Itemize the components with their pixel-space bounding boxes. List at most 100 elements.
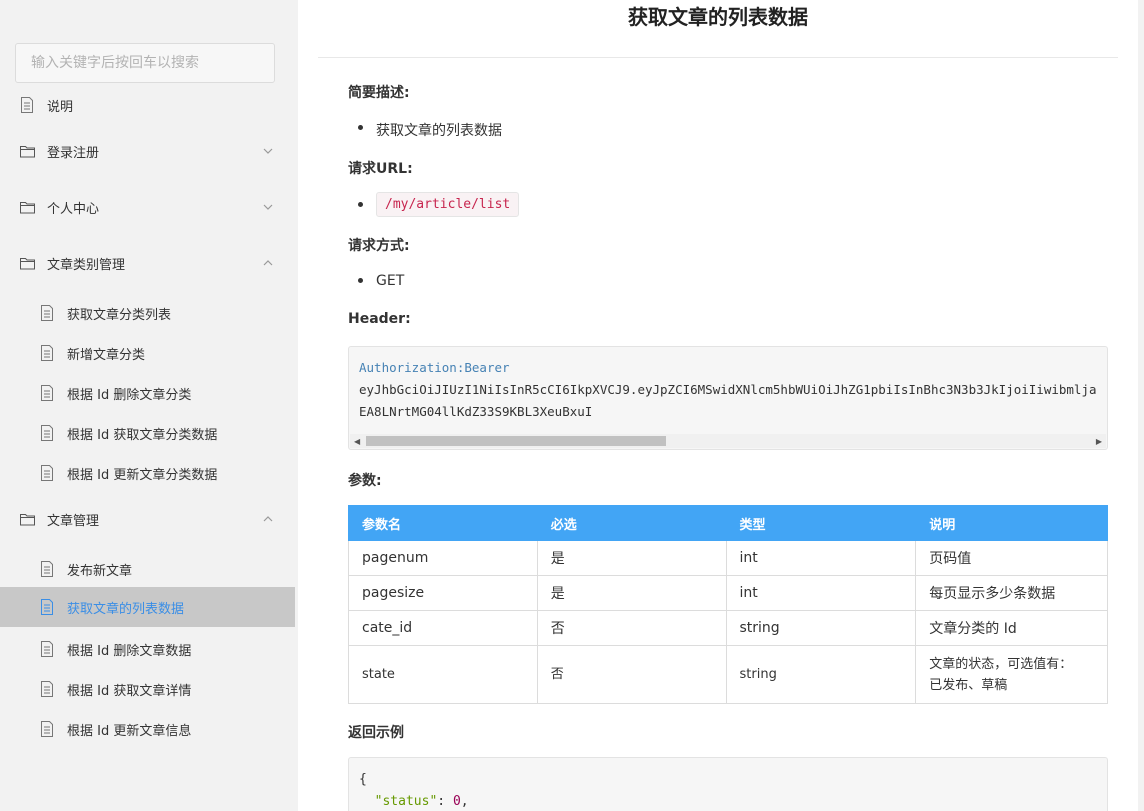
table-cell: pagenum xyxy=(348,540,538,576)
sidebar-item-label: 发布新文章 xyxy=(67,563,133,579)
sidebar-item-label: 获取文章分类列表 xyxy=(67,307,172,323)
scroll-right-icon[interactable]: ▶ xyxy=(1096,437,1102,446)
document-icon xyxy=(41,561,53,577)
cell-line: 已发布、草稿 xyxy=(929,677,1008,693)
sidebar-item-login-register[interactable]: 登录注册 xyxy=(0,131,295,171)
folder-icon xyxy=(20,257,35,269)
sidebar-item-article-management[interactable]: 文章管理 xyxy=(0,499,295,539)
sidebar-item-label: 新增文章分类 xyxy=(67,347,146,363)
table-cell: string xyxy=(725,610,917,646)
header-heading: Header: xyxy=(348,311,411,327)
sidebar-item-add-category[interactable]: 新增文章分类 xyxy=(0,333,295,373)
code-line: "status": 0, xyxy=(359,794,469,809)
sidebar-item-label: 获取文章的列表数据 xyxy=(67,601,185,617)
sidebar-item-label: 文章管理 xyxy=(47,513,100,529)
sidebar-item-label: 根据 Id 获取文章详情 xyxy=(67,683,192,699)
sidebar-item-article-list[interactable]: 获取文章的列表数据 xyxy=(0,587,295,627)
document-icon xyxy=(21,97,33,113)
sidebar-item-get-category-list[interactable]: 获取文章分类列表 xyxy=(0,293,295,333)
bullet xyxy=(358,202,363,207)
table-cell: 是 xyxy=(536,540,727,576)
sidebar-item-get-article[interactable]: 根据 Id 获取文章详情 xyxy=(0,669,295,709)
table-cell: string xyxy=(725,645,917,704)
header-code-block[interactable]: Authorization:Bearer eyJhbGciOiJIUzI1NiI… xyxy=(348,346,1108,450)
sidebar-item-get-category[interactable]: 根据 Id 获取文章分类数据 xyxy=(0,413,295,453)
document-icon xyxy=(41,641,53,657)
table-row: pagesize 是 int 每页显示多少条数据 xyxy=(348,575,1108,611)
sidebar-item-label: 根据 Id 更新文章分类数据 xyxy=(67,467,218,483)
table-cell: int xyxy=(725,575,917,611)
sidebar-item-update-category[interactable]: 根据 Id 更新文章分类数据 xyxy=(0,453,295,493)
table-cell: state xyxy=(348,645,538,704)
folder-icon xyxy=(20,145,35,157)
page-edge xyxy=(1138,0,1144,811)
sidebar-item-update-article[interactable]: 根据 Id 更新文章信息 xyxy=(0,709,295,749)
title-divider xyxy=(318,57,1118,58)
column-header: 必选 xyxy=(536,505,727,541)
table-cell: int xyxy=(725,540,917,576)
return-code-block[interactable]: { "status": 0, xyxy=(348,757,1108,811)
document-icon xyxy=(41,465,53,481)
table-cell: 是 xyxy=(536,575,727,611)
column-header: 类型 xyxy=(725,505,917,541)
code-colon: : xyxy=(437,794,453,809)
params-table: 参数名 必选 类型 说明 pagenum 是 int 页码值 pagesize … xyxy=(348,505,1108,704)
table-row: state 否 string 文章的状态，可选值有： 已发布、草稿 xyxy=(348,645,1108,704)
page-title: 获取文章的列表数据 xyxy=(628,5,808,29)
folder-icon xyxy=(20,201,35,213)
column-header: 说明 xyxy=(915,505,1108,541)
scroll-thumb[interactable] xyxy=(366,436,666,446)
method-heading: 请求方式: xyxy=(348,238,410,254)
chevron-down-icon xyxy=(263,204,273,210)
sidebar-item-label: 根据 Id 删除文章数据 xyxy=(67,643,192,659)
sidebar-item-intro[interactable]: 说明 xyxy=(0,85,295,125)
sidebar-item-label: 说明 xyxy=(47,99,74,115)
code-comma: , xyxy=(460,794,469,809)
url-heading: 请求URL: xyxy=(348,161,413,177)
folder-icon xyxy=(20,513,35,525)
sidebar-item-delete-category[interactable]: 根据 Id 删除文章分类 xyxy=(0,373,295,413)
document-icon xyxy=(41,721,53,737)
bullet xyxy=(358,125,363,130)
code-key: Authorization xyxy=(359,360,457,375)
table-cell: 否 xyxy=(536,610,727,646)
table-header-row: 参数名 必选 类型 说明 xyxy=(348,505,1108,541)
horizontal-scrollbar[interactable]: ◀ ▶ xyxy=(350,434,1106,448)
sidebar-item-label: 根据 Id 获取文章分类数据 xyxy=(67,427,218,443)
params-heading: 参数: xyxy=(348,473,382,489)
column-header: 参数名 xyxy=(348,505,538,541)
table-row: pagenum 是 int 页码值 xyxy=(348,540,1108,576)
scroll-left-icon[interactable]: ◀ xyxy=(354,437,360,446)
sidebar-item-label: 文章类别管理 xyxy=(47,257,126,273)
sidebar-item-label: 登录注册 xyxy=(47,145,100,161)
sidebar-item-publish-article[interactable]: 发布新文章 xyxy=(0,549,295,589)
table-cell: 否 xyxy=(536,645,727,704)
table-cell: 每页显示多少条数据 xyxy=(915,575,1108,611)
code-line: EA8LNrtMG04llKdZ33S9KBL3XeuBxuI xyxy=(359,404,593,419)
code-line: Authorization:Bearer xyxy=(359,360,510,375)
sidebar-item-user-center[interactable]: 个人中心 xyxy=(0,187,295,227)
code-line: { xyxy=(359,772,367,787)
method-value: GET xyxy=(376,273,405,289)
document-icon xyxy=(41,681,53,697)
search-input[interactable]: 输入关键字后按回车以搜索 xyxy=(15,43,275,83)
sidebar-item-label: 根据 Id 删除文章分类 xyxy=(67,387,192,403)
chevron-up-icon xyxy=(263,260,273,266)
table-cell: 文章的状态，可选值有： 已发布、草稿 xyxy=(915,645,1108,704)
document-icon xyxy=(41,599,53,615)
chevron-down-icon xyxy=(263,148,273,154)
document-icon xyxy=(41,385,53,401)
sidebar: 输入关键字后按回车以搜索 说明 登录注册 个人中心 文章类别管理 获取文章分类列… xyxy=(0,0,295,811)
table-cell: pagesize xyxy=(348,575,538,611)
return-heading: 返回示例 xyxy=(348,725,404,741)
code-key: "status" xyxy=(374,794,438,809)
document-icon xyxy=(41,425,53,441)
desc-heading: 简要描述: xyxy=(348,85,410,101)
sidebar-item-delete-article[interactable]: 根据 Id 删除文章数据 xyxy=(0,629,295,669)
code-line: eyJhbGciOiJIUzI1NiIsInR5cCI6IkpXVCJ9.eyJ… xyxy=(359,382,1097,397)
cell-line: 文章的状态，可选值有： xyxy=(929,656,1073,672)
sidebar-item-label: 根据 Id 更新文章信息 xyxy=(67,723,192,739)
document-icon xyxy=(41,345,53,361)
sidebar-item-category-management[interactable]: 文章类别管理 xyxy=(0,243,295,283)
table-cell: 文章分类的 Id xyxy=(915,610,1108,646)
